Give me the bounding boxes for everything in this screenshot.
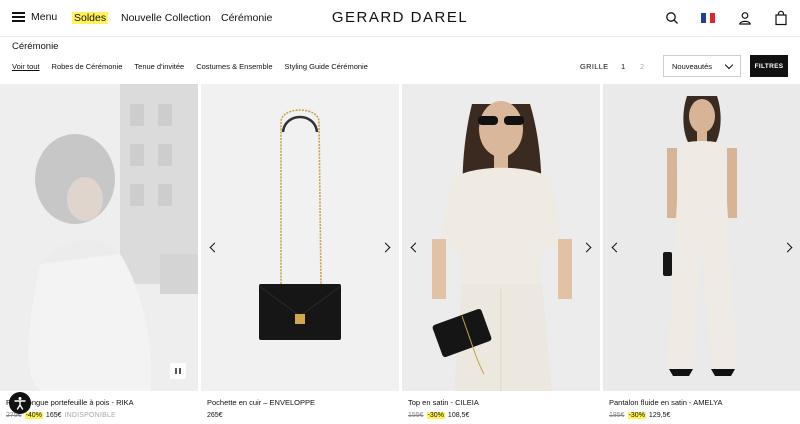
flag-france-icon[interactable] (701, 13, 716, 23)
price-current: 265€ (207, 412, 223, 419)
product-card[interactable]: Robe longue portefeuille à pois - RIKA 2… (0, 84, 198, 424)
grid-label: GRILLE (580, 62, 609, 71)
sort-dropdown[interactable]: Nouveautés (663, 55, 741, 77)
product-name[interactable]: Pantalon fluide en satin - AMELYA (609, 398, 723, 407)
price-current: 129,5€ (648, 412, 671, 419)
product-price: 265€ (207, 412, 223, 419)
search-icon[interactable] (664, 10, 680, 26)
brand-logo[interactable]: GERARD DAREL (0, 9, 800, 26)
site-header: Menu Soldes Nouvelle Collection Cérémoni… (0, 0, 800, 37)
product-name[interactable]: Pochette en cuir – ENVELOPPE (207, 398, 315, 407)
category-styling-guide[interactable]: Styling Guide Cérémonie (285, 62, 368, 71)
category-robes-ceremonie[interactable]: Robes de Cérémonie (52, 62, 123, 71)
product-card[interactable]: Top en satin - CILEIA 155€ -30% 108,5€ (402, 84, 600, 424)
product-image[interactable] (0, 84, 198, 391)
product-price: 185€ -30% 129,5€ (609, 412, 670, 419)
grid-option-1[interactable]: 1 (621, 62, 625, 71)
accessibility-icon[interactable] (9, 392, 31, 414)
price-old: 155€ (408, 412, 424, 419)
product-image[interactable] (201, 84, 399, 391)
product-grid: Robe longue portefeuille à pois - RIKA 2… (0, 84, 800, 424)
product-card[interactable]: Pantalon fluide en satin - AMELYA 185€ -… (603, 84, 800, 424)
user-icon[interactable] (737, 10, 753, 26)
discount-badge: -40% (24, 412, 43, 419)
product-image[interactable] (603, 84, 800, 391)
category-tenue-invitee[interactable]: Tenue d'invitée (134, 62, 184, 71)
bag-icon[interactable] (773, 10, 789, 26)
grid-option-2[interactable]: 2 (640, 62, 644, 71)
price-old: 185€ (609, 412, 625, 419)
price-current: 165€ (45, 412, 62, 419)
product-price: 155€ -30% 108,5€ (408, 412, 469, 419)
availability-status: INDISPONIBLE (64, 412, 116, 419)
category-voir-tout[interactable]: Voir tout (12, 62, 40, 71)
sort-value: Nouveautés (672, 61, 713, 71)
product-card[interactable]: Pochette en cuir – ENVELOPPE 265€ (201, 84, 399, 424)
category-nav: Voir tout Robes de Cérémonie Tenue d'inv… (12, 62, 368, 71)
filters-button[interactable]: FILTRES (750, 55, 788, 77)
discount-badge: -30% (627, 412, 646, 419)
category-costumes-ensemble[interactable]: Costumes & Ensemble (196, 62, 272, 71)
chevron-down-icon (724, 60, 734, 70)
price-current: 108,5€ (447, 412, 470, 419)
discount-badge: -30% (426, 412, 445, 419)
page-title: Cérémonie (12, 41, 59, 52)
product-name[interactable]: Top en satin - CILEIA (408, 398, 479, 407)
product-image[interactable] (402, 84, 600, 391)
pause-video-button[interactable] (170, 363, 186, 379)
